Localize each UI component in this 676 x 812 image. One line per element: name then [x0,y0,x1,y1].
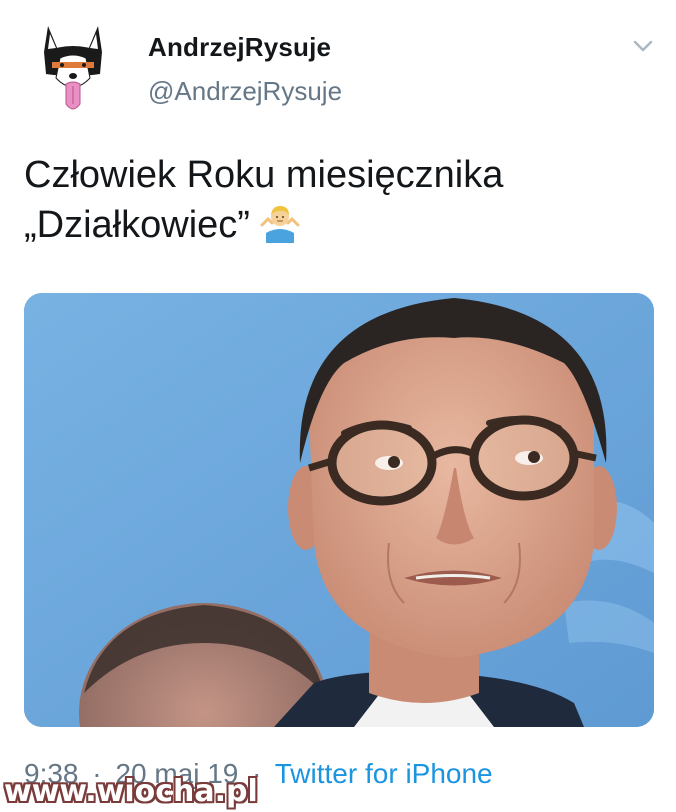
person-shrugging-emoji-icon [258,203,302,243]
photo-man-with-glasses [24,293,654,727]
user-handle[interactable]: @AndrzejRysuje [148,74,342,108]
display-name[interactable]: AndrzejRysuje [148,30,342,64]
tweet-body: Człowiek Roku miesięcznika „Działkowiec” [24,150,654,250]
husky-dog-avatar-icon [44,26,102,110]
tweet-text-line-2: „Działkowiec” [24,200,654,250]
tweet-text-quote: „Działkowiec” [24,204,250,246]
tweet-text-line-1: Człowiek Roku miesięcznika [24,154,504,196]
profile-avatar[interactable] [24,18,122,116]
tweet-menu-button[interactable] [630,36,656,56]
tweet-source-link[interactable]: Twitter for iPhone [275,758,493,789]
chevron-down-icon [633,40,653,52]
site-watermark: www.wiocha.pl [4,774,258,809]
tweet-card: AndrzejRysuje @AndrzejRysuje Człowiek Ro… [0,0,676,812]
tweet-photo[interactable] [24,293,654,727]
user-info[interactable]: AndrzejRysuje @AndrzejRysuje [148,30,342,108]
